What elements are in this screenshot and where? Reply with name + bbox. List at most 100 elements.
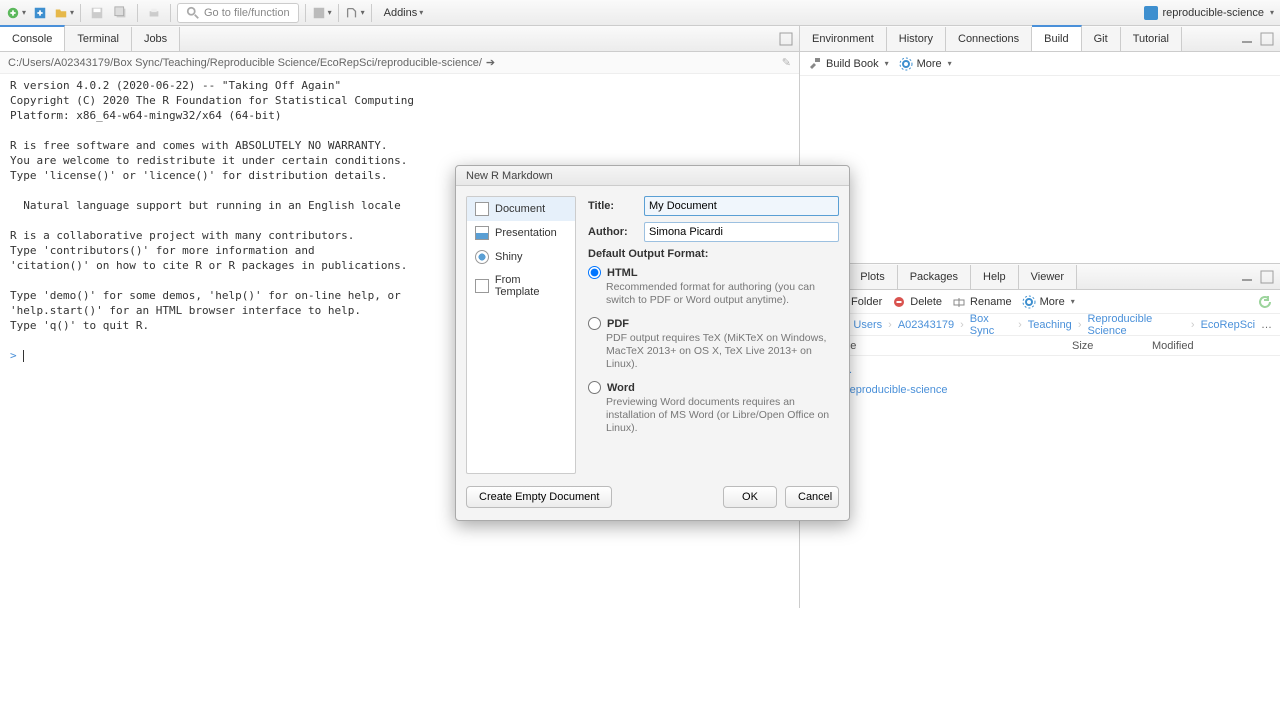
ok-button[interactable]: OK xyxy=(723,486,777,508)
addins-menu[interactable]: Addins xyxy=(378,3,430,23)
files-header: Name Size Modified xyxy=(800,336,1280,356)
goto-placeholder: Go to file/function xyxy=(204,7,290,19)
build-output xyxy=(800,76,1280,263)
format-pdf-radio[interactable] xyxy=(588,317,601,330)
clear-console-icon[interactable]: ✎ xyxy=(782,56,791,69)
tab-console[interactable]: Console xyxy=(0,25,65,51)
print-button[interactable] xyxy=(144,3,164,23)
save-all-button[interactable] xyxy=(111,3,131,23)
minimize-icon[interactable] xyxy=(1240,270,1254,284)
type-shiny[interactable]: Shiny xyxy=(467,245,575,269)
gear-icon xyxy=(1022,295,1036,309)
separator xyxy=(137,4,138,22)
tab-history[interactable]: History xyxy=(887,27,946,51)
cursor xyxy=(23,350,24,362)
tab-build[interactable]: Build xyxy=(1032,25,1081,51)
tab-connections[interactable]: Connections xyxy=(946,27,1032,51)
files-more-label: More xyxy=(1040,296,1065,308)
project-label: reproducible-science xyxy=(1162,7,1264,19)
console-tabs: Console Terminal Jobs xyxy=(0,26,799,52)
crumb-teach[interactable]: Teaching xyxy=(1028,319,1072,331)
build-more-button[interactable]: More xyxy=(899,57,952,71)
document-icon xyxy=(475,202,489,216)
files-breadcrumb: C:› Users› A02343179› Box Sync› Teaching… xyxy=(800,314,1280,336)
vcs-button[interactable] xyxy=(345,3,365,23)
tab-packages[interactable]: Packages xyxy=(898,265,971,289)
tab-help[interactable]: Help xyxy=(971,265,1019,289)
tab-viewer[interactable]: Viewer xyxy=(1019,265,1077,289)
main-toolbar: Go to file/function Addins reproducible-… xyxy=(0,0,1280,26)
gear-icon xyxy=(899,57,913,71)
tab-plots[interactable]: Plots xyxy=(848,265,897,289)
new-project-button[interactable] xyxy=(30,3,50,23)
author-label: Author: xyxy=(588,226,636,238)
tools-button[interactable] xyxy=(312,3,332,23)
crumb-userid[interactable]: A02343179 xyxy=(898,319,954,331)
format-html-label: HTML xyxy=(607,267,638,279)
separator xyxy=(371,4,372,22)
minimize-icon[interactable] xyxy=(1240,32,1254,46)
path-arrow-icon[interactable]: ➔ xyxy=(486,56,495,69)
build-toolbar: Build Book More xyxy=(800,52,1280,76)
file-row-up[interactable]: .. xyxy=(808,360,1272,380)
crumb-users[interactable]: Users xyxy=(853,319,882,331)
type-document[interactable]: Document xyxy=(467,197,575,221)
goto-file-input[interactable]: Go to file/function xyxy=(177,3,299,23)
separator xyxy=(80,4,81,22)
refresh-icon[interactable] xyxy=(1258,295,1272,309)
crumb-eco[interactable]: EcoRepSci xyxy=(1201,319,1255,331)
console-path-text: C:/Users/A02343179/Box Sync/Teaching/Rep… xyxy=(8,57,482,69)
col-modified[interactable]: Modified xyxy=(1152,340,1272,352)
maximize-icon[interactable] xyxy=(779,32,793,46)
save-button[interactable] xyxy=(87,3,107,23)
maximize-icon[interactable] xyxy=(1260,270,1274,284)
files-more-button[interactable]: More xyxy=(1022,295,1075,309)
shiny-icon xyxy=(475,250,489,264)
project-menu[interactable]: reproducible-science xyxy=(1144,6,1274,20)
tab-terminal[interactable]: Terminal xyxy=(65,27,132,51)
separator xyxy=(338,4,339,22)
tab-jobs[interactable]: Jobs xyxy=(132,27,180,51)
title-input[interactable] xyxy=(644,196,839,216)
col-size[interactable]: Size xyxy=(1072,340,1152,352)
format-word-label: Word xyxy=(607,382,635,394)
tab-tutorial[interactable]: Tutorial xyxy=(1121,27,1182,51)
presentation-icon xyxy=(475,226,489,240)
build-book-button[interactable]: Build Book xyxy=(808,57,889,71)
tab-git[interactable]: Git xyxy=(1082,27,1121,51)
delete-label: Delete xyxy=(910,296,942,308)
type-template[interactable]: From Template xyxy=(467,269,575,303)
format-word-radio[interactable] xyxy=(588,381,601,394)
doc-type-list: Document Presentation Shiny From Templat… xyxy=(466,196,576,474)
rename-button[interactable]: Rename xyxy=(952,295,1012,309)
console-text: R version 4.0.2 (2020-06-22) -- "Taking … xyxy=(10,79,414,332)
format-heading: Default Output Format: xyxy=(588,248,839,260)
dialog-title: New R Markdown xyxy=(456,166,849,186)
crumb-box[interactable]: Box Sync xyxy=(970,313,1012,337)
author-input[interactable] xyxy=(644,222,839,242)
delete-button[interactable]: Delete xyxy=(892,295,942,309)
build-more-label: More xyxy=(917,58,942,70)
cancel-button[interactable]: Cancel xyxy=(785,486,839,508)
project-icon xyxy=(1144,6,1158,20)
open-file-button[interactable] xyxy=(54,3,74,23)
format-html-radio[interactable] xyxy=(588,266,601,279)
search-icon xyxy=(186,6,200,20)
files-tabs: Files Plots Packages Help Viewer xyxy=(800,264,1280,290)
create-empty-button[interactable]: Create Empty Document xyxy=(466,486,612,508)
maximize-icon[interactable] xyxy=(1260,32,1274,46)
tab-environment[interactable]: Environment xyxy=(800,27,887,51)
new-file-button[interactable] xyxy=(6,3,26,23)
col-name[interactable]: Name xyxy=(827,340,1072,352)
format-html-desc: Recommended format for authoring (you ca… xyxy=(606,281,839,307)
breadcrumb-more-icon[interactable]: … xyxy=(1261,319,1272,331)
file-name: reproducible-science xyxy=(846,384,948,396)
template-icon xyxy=(475,279,489,293)
rename-icon xyxy=(952,295,966,309)
file-row[interactable]: reproducible-science xyxy=(808,380,1272,400)
build-book-label: Build Book xyxy=(826,58,879,70)
type-presentation[interactable]: Presentation xyxy=(467,221,575,245)
format-pdf-desc: PDF output requires TeX (MiKTeX on Windo… xyxy=(606,332,839,371)
separator xyxy=(170,4,171,22)
crumb-rs[interactable]: Reproducible Science xyxy=(1087,313,1184,337)
